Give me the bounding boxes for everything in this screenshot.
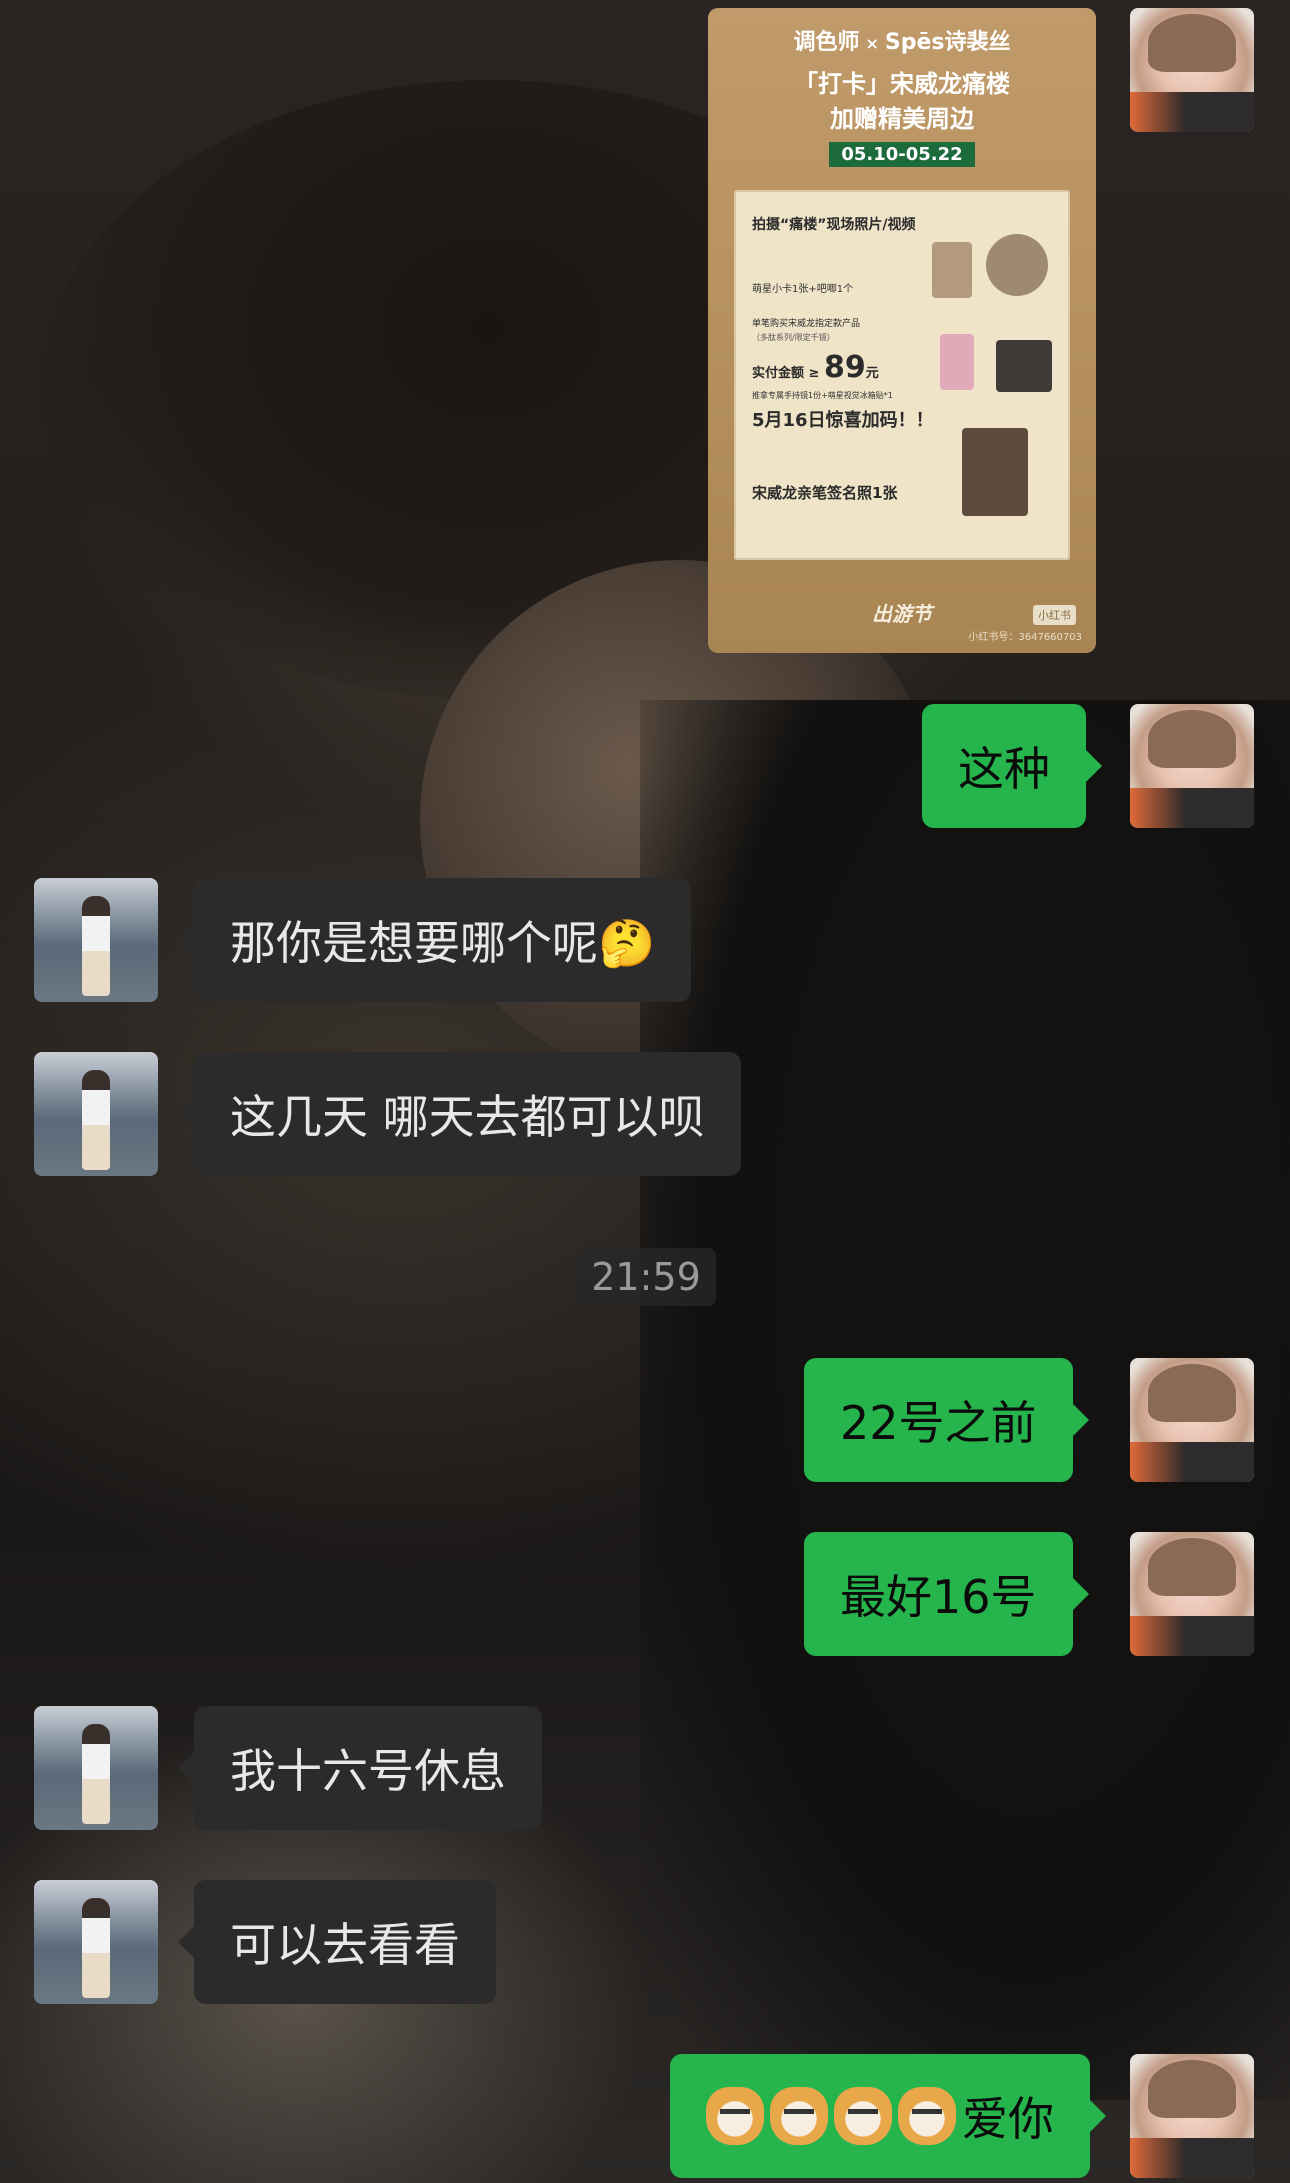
message-text: 我十六号休息 [230, 1744, 506, 1798]
message-bubble-received[interactable]: 这几天 哪天去都可以呗 [178, 1052, 741, 1176]
poster-section2-line2: （多肽系列/限定千镜） [752, 333, 835, 342]
price-label: 实付金额 ≥ [752, 366, 820, 381]
doge-emoji-icon [834, 2087, 892, 2145]
brand-left: 调色师 [793, 30, 860, 55]
poster-brand: 调色师 × Spēs诗裴丝 [708, 24, 1096, 56]
poster-price-row: 实付金额 ≥ 89元 [752, 350, 879, 385]
poster-section3-gift: 宋威龙亲笔签名照1张 [752, 484, 898, 502]
poster-section2-line1: 单笔购买宋威龙指定款产品 [752, 319, 861, 329]
doge-emoji-icon [898, 2087, 956, 2145]
image-message-poster[interactable]: 调色师 × Spēs诗裴丝 「打卡」宋威龙痛楼 加赠精美周边 05.10-05.22… [708, 8, 1096, 653]
message-bubble-sent[interactable]: 爱你 [670, 2054, 1106, 2178]
message-text: 爱你 [962, 2092, 1054, 2146]
my-avatar[interactable] [1130, 8, 1254, 132]
message-text: 22号之前 [840, 1396, 1037, 1450]
price-unit: 元 [865, 366, 879, 381]
contact-avatar[interactable] [34, 1880, 158, 2004]
contact-avatar[interactable] [34, 878, 158, 1002]
badge-icon [986, 234, 1048, 296]
poster-section3: 5月16日惊喜加码！！ [752, 410, 934, 431]
my-avatar[interactable] [1130, 1532, 1254, 1656]
poster-section1-gift: 萌星小卡1张+吧唧1个 [752, 284, 854, 295]
my-avatar[interactable] [1130, 1358, 1254, 1482]
message-text: 那你是想要哪个呢🤔 [230, 916, 656, 970]
message-text: 最好16号 [840, 1570, 1037, 1624]
my-avatar[interactable] [1130, 704, 1254, 828]
message-bubble-sent[interactable]: 这种 [922, 704, 1102, 828]
poster-header: 调色师 × Spēs诗裴丝 「打卡」宋威龙痛楼 加赠精美周边 05.10-05.22 [708, 24, 1096, 167]
doge-emoji-icon [770, 2087, 828, 2145]
contact-avatar[interactable] [34, 1706, 158, 1830]
poster-section1: 拍摄“痛楼”现场照片/视频 [752, 217, 916, 233]
message-bubble-sent[interactable]: 22号之前 [804, 1358, 1089, 1482]
brand-x: × [865, 34, 879, 53]
signed-photo-icon [962, 428, 1028, 516]
message-text: 这种 [958, 742, 1050, 796]
message-bubble-received[interactable]: 那你是想要哪个呢🤔 [177, 878, 692, 1002]
poster-paper: 拍摄“痛楼”现场照片/视频 萌星小卡1张+吧唧1个 单笔购买宋威龙指定款产品 （… [734, 190, 1070, 560]
poster-date: 05.10-05.22 [829, 142, 975, 167]
fridge-magnet-icon [996, 340, 1052, 392]
message-bubble-received[interactable]: 可以去看看 [178, 1880, 496, 2004]
poster-subtitle: 加赠精美周边 [830, 105, 974, 133]
message-bubble-sent[interactable]: 最好16号 [804, 1532, 1089, 1656]
message-text: 可以去看看 [230, 1918, 460, 1972]
my-avatar[interactable] [1130, 2054, 1254, 2178]
photo-card-icon [932, 242, 972, 298]
poster-title: 「打卡」宋威龙痛楼 [794, 70, 1010, 98]
poster-tag-id: 小红书号：3647660703 [968, 632, 1082, 643]
poster-tag: 小红书 [1033, 605, 1076, 625]
contact-avatar[interactable] [34, 1052, 158, 1176]
price-value: 89 [823, 350, 866, 385]
message-text: 这几天 哪天去都可以呗 [230, 1090, 705, 1144]
doge-emoji-icon [706, 2087, 764, 2145]
mirror-icon [940, 334, 974, 390]
chat-timestamp: 21:59 [576, 1248, 716, 1306]
brand-right: Spēs诗裴丝 [884, 30, 1011, 55]
message-bubble-received[interactable]: 我十六号休息 [178, 1706, 542, 1830]
poster-section2-gift: 推拿专属手持镜1份+萌星视觉冰箱贴*1 [752, 391, 893, 400]
